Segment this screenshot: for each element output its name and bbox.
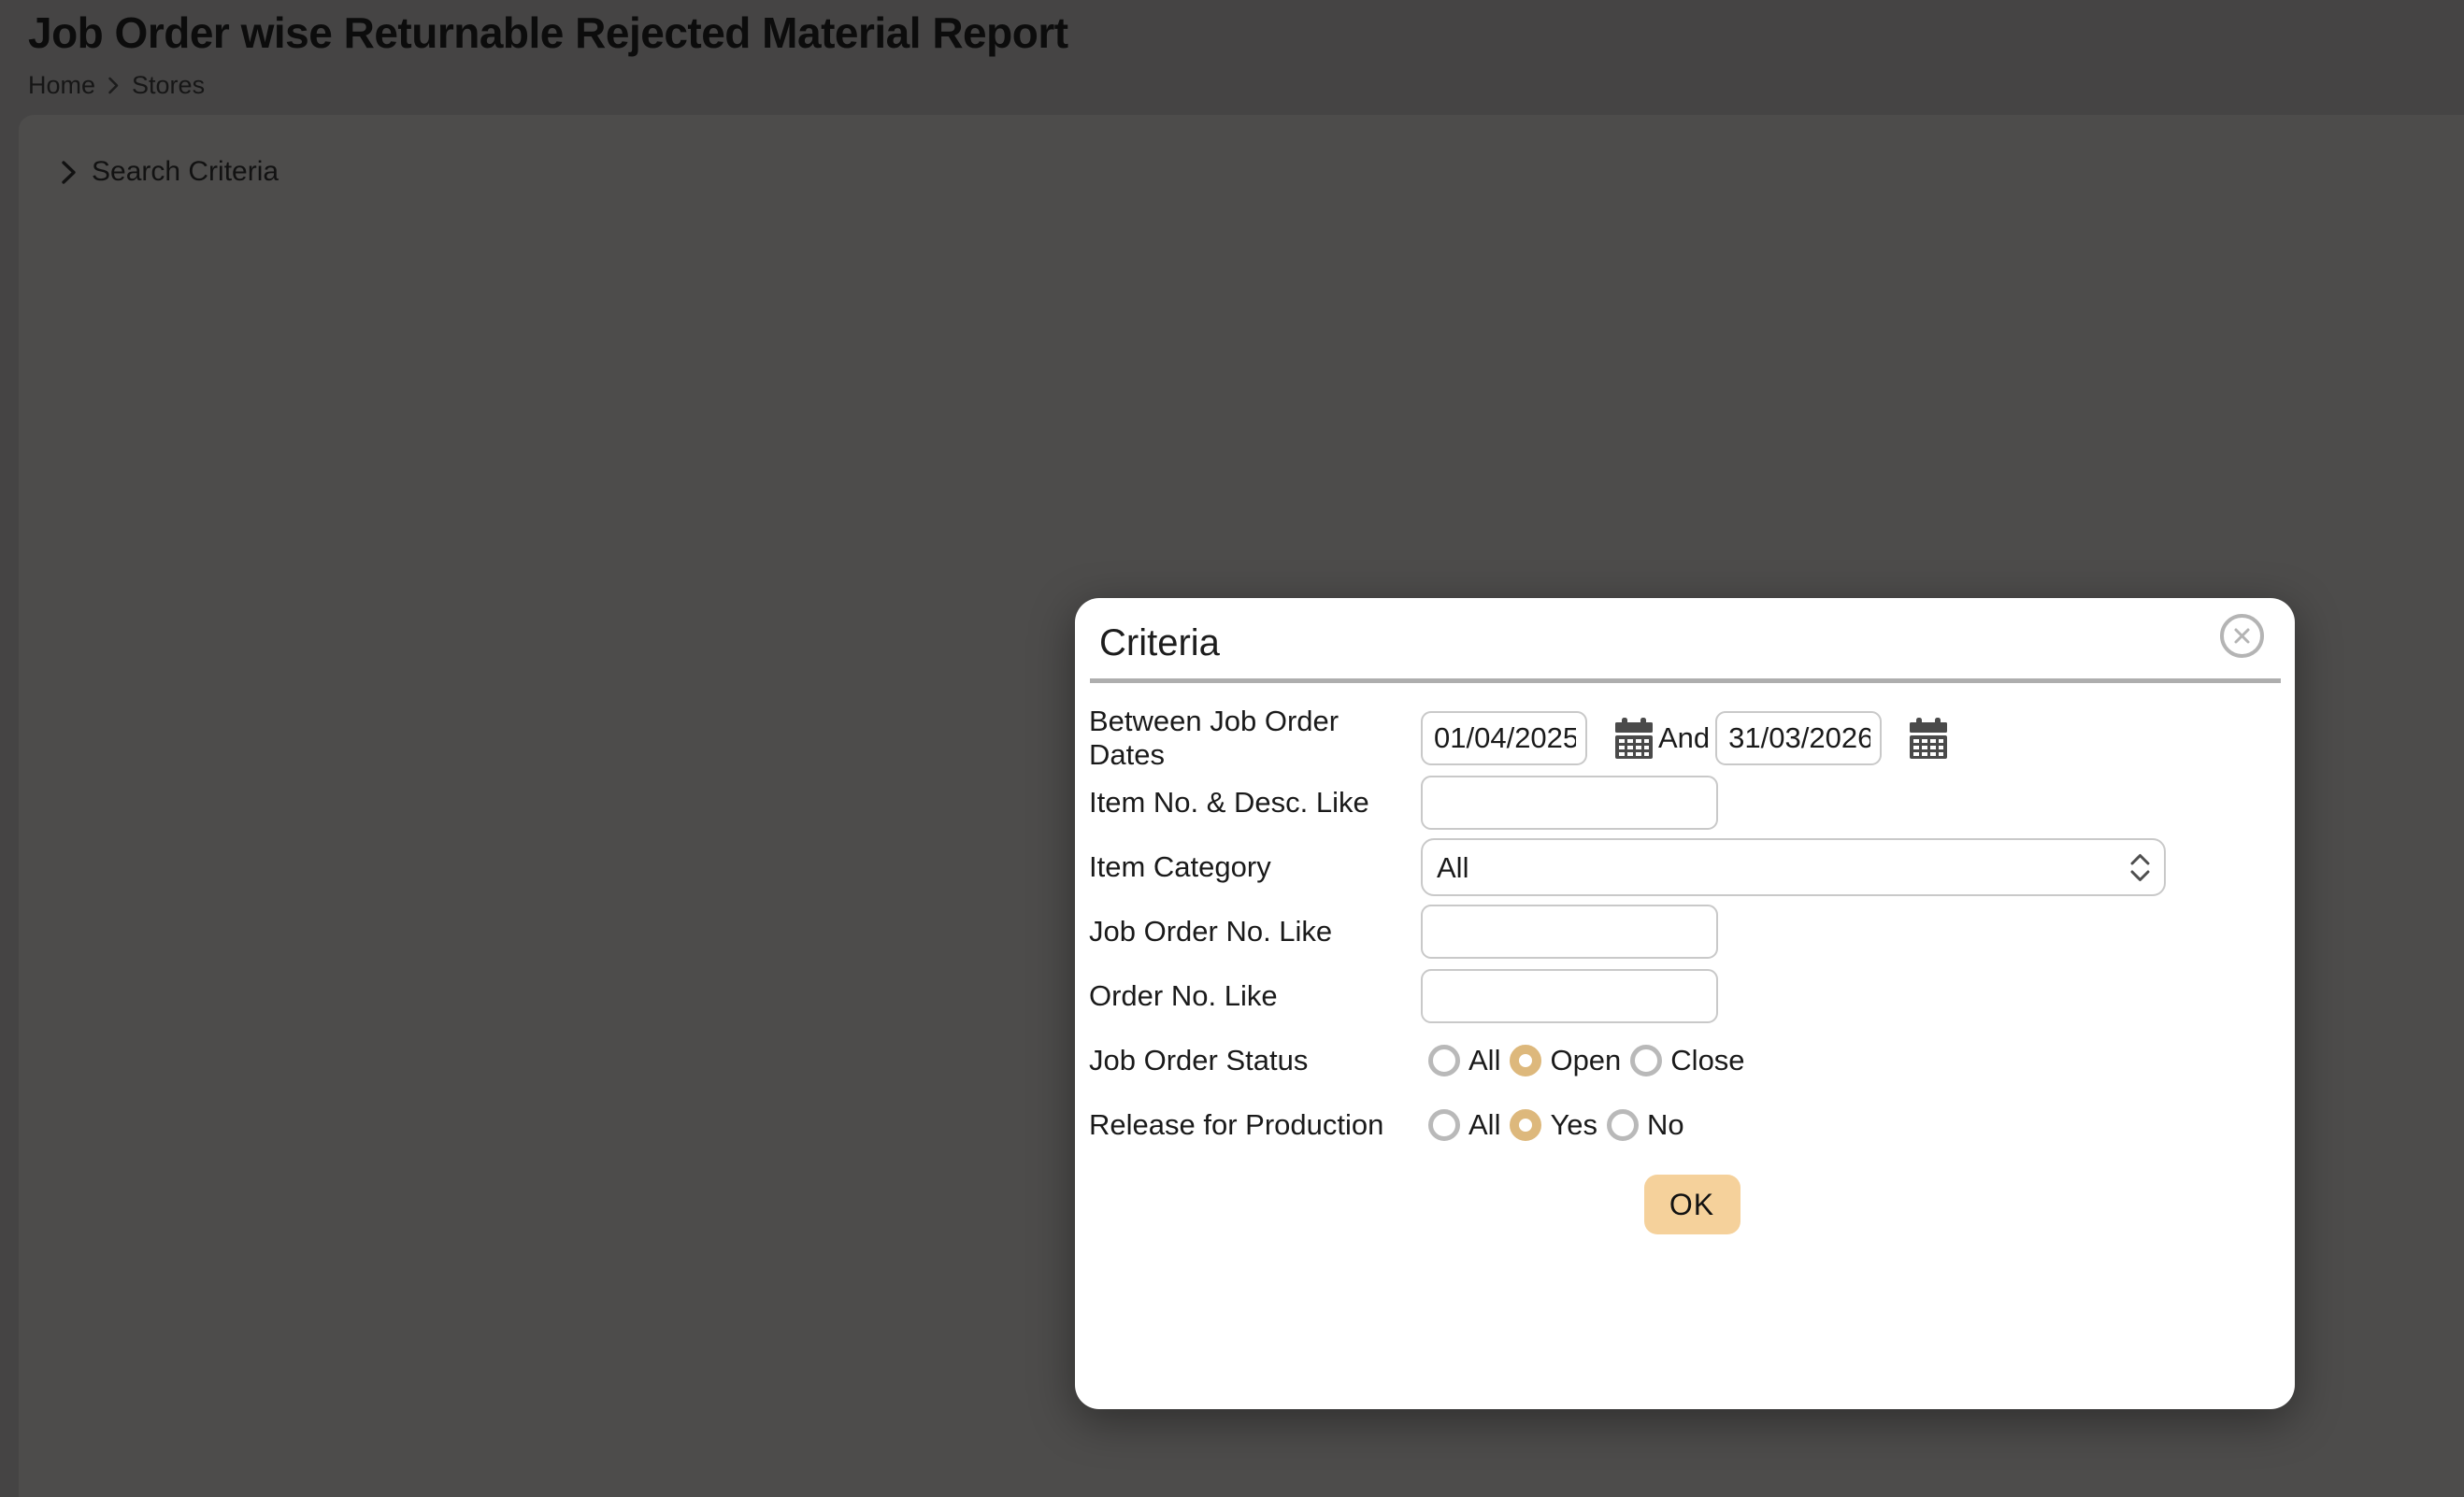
release-radio-yes[interactable] [1510,1109,1542,1141]
criteria-modal: Criteria Between Job Order Dates 01/04/2… [1075,598,2295,1409]
release-option-no[interactable]: No [1647,1108,1684,1142]
release-radio-no[interactable] [1607,1109,1640,1141]
modal-title: Criteria [1099,622,1220,663]
chevron-right-icon [107,77,120,94]
job-order-status-row: Job Order Status All Open Close [1089,1030,2295,1091]
release-radio-all[interactable] [1428,1109,1460,1141]
job-order-no-label: Job Order No. Like [1089,915,1333,948]
job-order-no-input[interactable] [1421,905,1718,959]
item-desc-label: Item No. & Desc. Like [1089,786,1369,819]
chevron-right-icon [61,160,77,185]
date-to-input[interactable] [1715,711,1883,765]
date-range-label: Between Job Order Dates [1089,705,1339,771]
job-order-status-radio-close[interactable] [1630,1045,1663,1076]
job-order-status-option-close[interactable]: Close [1670,1044,1744,1077]
date-range-row: Between Job Order Dates 01/04/2025 And 3… [1089,705,2295,771]
ok-button[interactable]: OK [1643,1175,1741,1234]
order-no-input[interactable] [1421,969,1718,1023]
job-order-status-radio-open[interactable] [1510,1045,1542,1076]
close-icon[interactable] [2220,614,2264,658]
and-label: And [1658,721,1711,754]
item-desc-row: Item No. & Desc. Like [1089,772,2295,834]
release-option-yes[interactable]: Yes [1550,1108,1597,1142]
date-from-input[interactable] [1421,711,1587,765]
job-order-status-option-all[interactable]: All [1468,1044,1500,1077]
item-category-select[interactable]: All [1421,838,2166,896]
modal-header: Criteria [1075,598,2295,664]
release-for-production-label: Release for Production [1089,1108,1384,1141]
order-no-row: Order No. Like [1089,965,2295,1027]
item-category-label: Item Category [1089,850,1271,883]
job-order-status-option-open[interactable]: Open [1550,1044,1621,1077]
order-no-label: Order No. Like [1089,979,1278,1012]
search-criteria-label: Search Criteria [92,156,279,187]
breadcrumb-home[interactable]: Home [28,71,95,100]
calendar-icon[interactable] [1615,718,1653,759]
item-desc-input[interactable] [1421,776,1718,830]
criteria-form: Between Job Order Dates 01/04/2025 And 3… [1075,683,2295,1234]
page-title: Job Order wise Returnable Rejected Mater… [28,8,1068,57]
job-order-no-row: Job Order No. Like [1089,901,2295,962]
breadcrumb: Home Stores [28,71,2464,100]
job-order-status-label: Job Order Status [1089,1044,1309,1076]
breadcrumb-stores[interactable]: Stores [132,71,205,100]
ok-row: OK [1089,1175,2295,1234]
release-for-production-row: Release for Production All Yes No [1089,1094,2295,1156]
job-order-status-radio-all[interactable] [1428,1045,1460,1076]
calendar-icon[interactable] [1910,718,1948,759]
search-criteria-toggle[interactable]: Search Criteria [19,115,411,188]
item-category-row: Item Category All [1089,836,2295,898]
page-header: Job Order wise Returnable Rejected Mater… [0,0,2464,115]
release-option-all[interactable]: All [1468,1108,1500,1142]
